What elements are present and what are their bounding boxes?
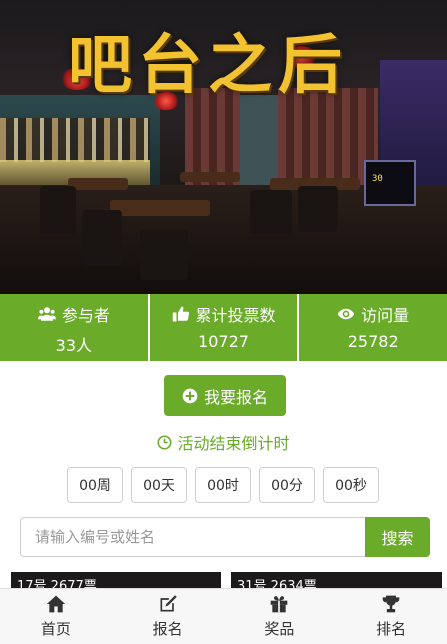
stats-bar: 参与者 33人 累计投票数 10727 访问量 25782 [0, 294, 447, 361]
nav-label: 报名 [152, 620, 183, 638]
countdown-title-text: 活动结束倒计时 [177, 434, 290, 453]
trophy-icon [382, 595, 400, 613]
users-icon [37, 307, 56, 321]
nav-item-prizes[interactable]: 奖品 [224, 589, 336, 644]
bottom-nav: 首页 报名 奖品 排名 [0, 588, 447, 644]
stat-label: 访问量 [361, 306, 410, 325]
register-label: 我要报名 [203, 387, 268, 407]
stat-label: 累计投票数 [195, 306, 276, 325]
nav-item-home[interactable]: 首页 [0, 589, 112, 644]
stat-visits: 访问量 25782 [299, 294, 447, 361]
chair [40, 186, 76, 234]
search-bar: 搜索 [20, 517, 430, 557]
nav-label: 奖品 [264, 620, 295, 638]
countdown-timer: 00周 00天 00时 00分 00秒 [67, 467, 379, 503]
stat-participants: 参与者 33人 [0, 294, 148, 361]
nav-item-ranking[interactable]: 排名 [335, 589, 447, 644]
eye-icon [337, 308, 355, 320]
stat-votes: 累计投票数 10727 [149, 294, 298, 361]
stat-value: 25782 [347, 332, 399, 351]
chair [298, 186, 338, 232]
banner-title: 吧台之后 [68, 28, 348, 103]
home-icon [46, 595, 66, 613]
nav-label: 排名 [376, 620, 407, 638]
chair [82, 210, 122, 266]
search-button[interactable]: 搜索 [365, 517, 430, 557]
countdown-minutes: 00分 [259, 467, 315, 503]
countdown-seconds: 00秒 [323, 467, 379, 503]
board-text: 30 [372, 174, 383, 184]
stat-value: 33人 [55, 336, 93, 355]
countdown-hours: 00时 [195, 467, 251, 503]
stat-label: 参与者 [61, 306, 110, 325]
nav-label: 首页 [40, 620, 71, 638]
table [180, 172, 240, 182]
thumbs-up-icon [172, 306, 189, 322]
chair [140, 230, 188, 280]
door [240, 95, 278, 185]
edit-icon [160, 595, 177, 612]
stat-value: 10727 [198, 332, 249, 351]
plus-circle-icon [182, 388, 198, 403]
chair [250, 190, 292, 234]
table [68, 178, 128, 190]
led-menu-board: 30 [364, 160, 416, 206]
countdown-title: 活动结束倒计时 [0, 430, 447, 454]
hero-banner: 30 吧台之后 [0, 0, 447, 294]
table [110, 200, 210, 216]
countdown-days: 00天 [131, 467, 187, 503]
gift-icon [271, 596, 288, 613]
bottle-shelf [0, 118, 150, 162]
register-button[interactable]: 我要报名 [164, 375, 286, 416]
nav-item-register[interactable]: 报名 [112, 589, 224, 644]
search-input[interactable] [20, 517, 365, 557]
countdown-weeks: 00周 [67, 467, 123, 503]
clock-icon [157, 434, 173, 450]
